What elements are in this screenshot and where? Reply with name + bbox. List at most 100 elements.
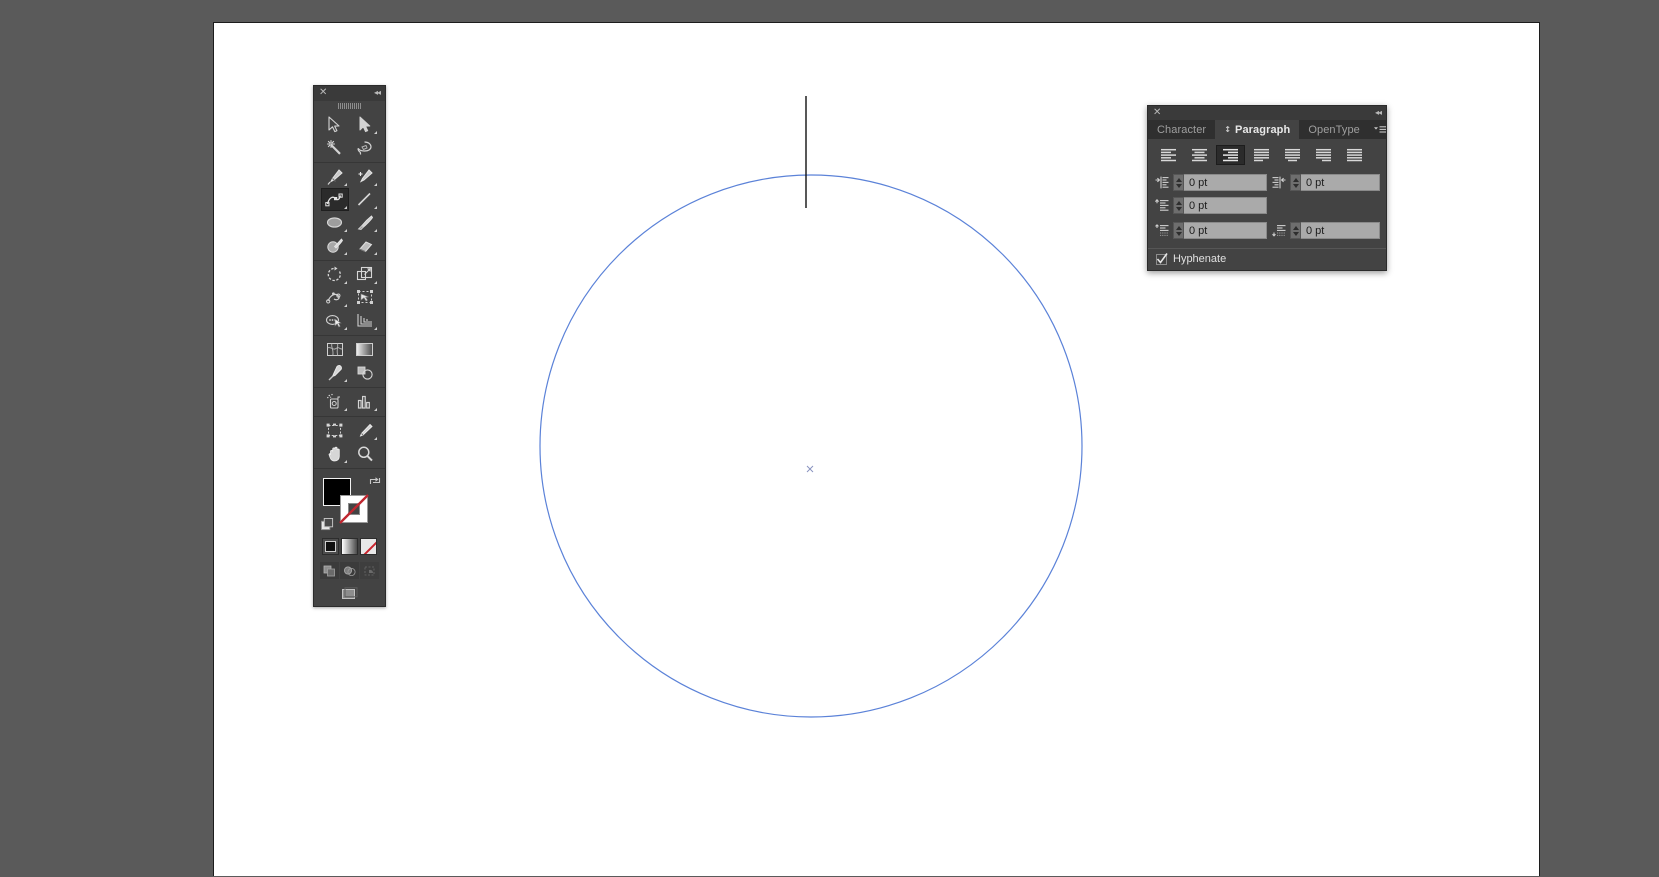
space-before-field-group[interactable]: 0 pt — [1154, 222, 1267, 239]
align-left-button[interactable] — [1154, 145, 1183, 165]
right-indent-stepper[interactable] — [1290, 174, 1301, 191]
first-line-indent-field-group[interactable]: 0 pt — [1154, 197, 1267, 214]
width-tool[interactable] — [321, 286, 349, 309]
column-graph-tool[interactable] — [351, 390, 379, 413]
eyedropper-tool[interactable] — [321, 361, 349, 384]
line-segment-tool[interactable] — [351, 188, 379, 211]
flyout-corner-icon — [373, 437, 377, 440]
justify-last-center-icon — [1285, 148, 1300, 162]
ellipse-path[interactable] — [539, 174, 1083, 718]
lasso-tool[interactable] — [351, 136, 379, 159]
close-icon[interactable]: ✕ — [1153, 107, 1161, 118]
line-segment-icon — [357, 192, 371, 206]
right-indent-input[interactable]: 0 pt — [1301, 174, 1380, 191]
paragraph-panel-tabs[interactable]: Character ↕ Paragraph OpenType — [1148, 120, 1386, 139]
swap-fill-stroke-icon[interactable] — [369, 475, 381, 487]
tab-paragraph[interactable]: ↕ Paragraph — [1215, 120, 1300, 139]
align-center-button[interactable] — [1185, 145, 1214, 165]
justify-last-right-button[interactable] — [1309, 145, 1338, 165]
draw-mode-buttons[interactable] — [314, 559, 385, 583]
space-before-input[interactable]: 0 pt — [1184, 222, 1267, 239]
none-mode-button[interactable] — [360, 538, 377, 555]
selection-tool[interactable] — [321, 113, 349, 136]
flyout-corner-icon — [373, 327, 377, 330]
pen-tool[interactable] — [321, 165, 349, 188]
justify-last-right-icon — [1316, 148, 1331, 162]
tab-character[interactable]: Character — [1148, 120, 1215, 139]
draw-inside-button[interactable] — [360, 562, 379, 579]
justify-all-button[interactable] — [1340, 145, 1369, 165]
space-before-icon — [1154, 223, 1170, 239]
paragraph-alignment-row[interactable] — [1154, 145, 1380, 165]
space-before-stepper[interactable] — [1173, 222, 1184, 239]
space-after-input[interactable]: 0 pt — [1301, 222, 1380, 239]
gradient-tool[interactable] — [351, 338, 379, 361]
scale-tool[interactable] — [351, 263, 379, 286]
free-transform-icon — [356, 290, 373, 304]
change-screen-mode-button[interactable] — [341, 587, 358, 600]
zoom-tool[interactable] — [351, 442, 379, 465]
curvature-tool[interactable] — [320, 188, 349, 211]
artboard-tool[interactable] — [321, 419, 349, 442]
default-fill-stroke-icon[interactable] — [321, 518, 334, 531]
left-indent-field-group[interactable]: 0 pt — [1154, 174, 1267, 191]
draw-behind-button[interactable] — [340, 562, 359, 579]
type-tool[interactable] — [351, 165, 379, 188]
collapse-icon[interactable]: ◂◂ — [1375, 108, 1382, 117]
slice-tool[interactable] — [351, 419, 379, 442]
collapse-icon[interactable]: ◂◂ — [374, 89, 381, 97]
flyout-corner-icon — [373, 131, 377, 134]
blob-brush-tool[interactable] — [321, 234, 349, 257]
justify-last-center-button[interactable] — [1278, 145, 1307, 165]
paintbrush-tool[interactable] — [351, 211, 379, 234]
fill-stroke-controls[interactable] — [314, 473, 385, 535]
right-indent-field-group[interactable]: 0 pt — [1267, 174, 1380, 191]
shape-builder-icon — [325, 314, 342, 327]
space-after-stepper[interactable] — [1290, 222, 1301, 239]
pen-nib-icon — [327, 168, 343, 185]
paragraph-panel-titlebar[interactable]: ✕ ◂◂ — [1148, 106, 1386, 120]
first-line-indent-input[interactable]: 0 pt — [1184, 197, 1267, 214]
perspective-grid-tool[interactable] — [351, 309, 379, 332]
rotate-tool[interactable] — [321, 263, 349, 286]
shape-builder-tool[interactable] — [321, 309, 349, 332]
flyout-corner-icon — [373, 183, 377, 186]
mesh-tool[interactable] — [321, 338, 349, 361]
color-mode-button[interactable] — [322, 538, 339, 555]
left-indent-input[interactable]: 0 pt — [1184, 174, 1267, 191]
eraser-tool[interactable] — [351, 234, 379, 257]
magic-wand-icon — [326, 139, 341, 155]
tools-panel-grip[interactable] — [314, 101, 385, 111]
ellipse-tool[interactable] — [321, 211, 349, 234]
blend-tool[interactable] — [351, 361, 379, 384]
align-right-button[interactable] — [1216, 145, 1245, 165]
panel-menu-button[interactable] — [1369, 120, 1393, 139]
screen-mode-row[interactable] — [314, 583, 385, 606]
paint-mode-buttons[interactable] — [314, 535, 385, 559]
magic-wand-tool[interactable] — [321, 136, 349, 159]
hyphenate-checkbox[interactable] — [1156, 252, 1168, 265]
tools-panel[interactable]: ✕ ◂◂ — [313, 85, 386, 607]
flyout-corner-icon — [343, 281, 347, 284]
symbol-sprayer-tool[interactable] — [321, 390, 349, 413]
arrow-cursor-icon — [328, 116, 340, 133]
justify-last-left-button[interactable] — [1247, 145, 1276, 165]
gradient-mode-button[interactable] — [341, 538, 358, 555]
direct-selection-tool[interactable] — [351, 113, 379, 136]
width-warp-icon — [325, 291, 340, 303]
hyphenate-row[interactable]: Hyphenate — [1148, 248, 1386, 270]
tools-panel-header[interactable]: ✕ ◂◂ — [314, 86, 385, 101]
checkmark-icon — [1156, 252, 1168, 264]
free-transform-tool[interactable] — [351, 286, 379, 309]
paragraph-panel[interactable]: ✕ ◂◂ Character ↕ Paragraph OpenType 0 pt… — [1147, 105, 1387, 271]
space-after-field-group[interactable]: 0 pt — [1267, 222, 1380, 239]
first-line-indent-stepper[interactable] — [1173, 197, 1184, 214]
blob-brush-icon — [326, 237, 343, 253]
magnifier-icon — [357, 446, 373, 461]
draw-normal-button[interactable] — [320, 562, 339, 579]
close-icon[interactable]: ✕ — [319, 88, 327, 98]
hand-tool[interactable] — [321, 442, 349, 465]
left-indent-stepper[interactable] — [1173, 174, 1184, 191]
tab-opentype[interactable]: OpenType — [1299, 120, 1369, 139]
indent-row-first-line: 0 pt — [1154, 197, 1380, 214]
